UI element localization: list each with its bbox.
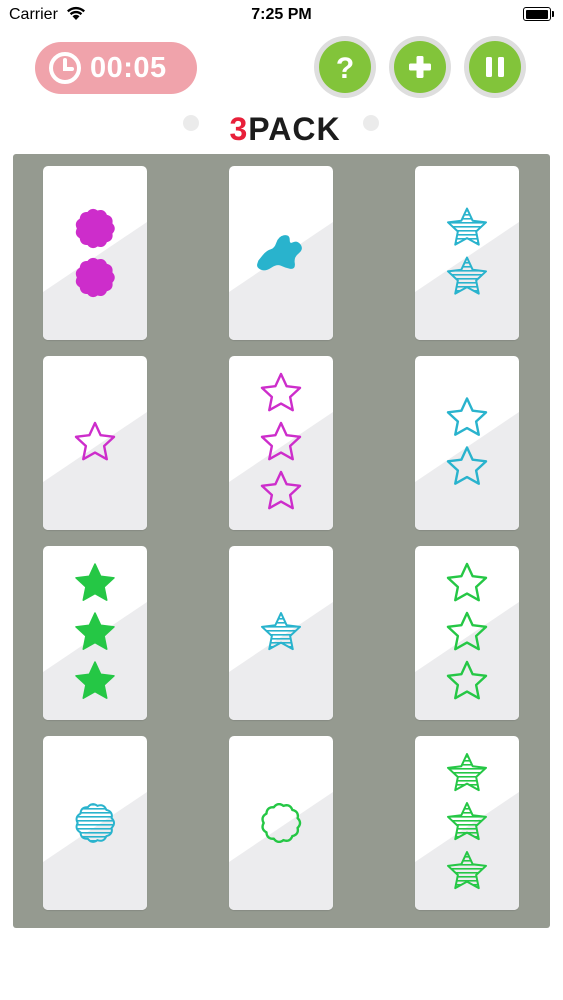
flower-icon: [75, 257, 115, 298]
card-r1-c2[interactable]: [229, 166, 333, 340]
card-r2-c1[interactable]: [43, 356, 147, 530]
star-icon: [260, 372, 302, 412]
card-r3-c1[interactable]: [43, 546, 147, 720]
clock-icon: [49, 52, 81, 84]
card-r4-c3[interactable]: [415, 736, 519, 910]
card-r2-c2[interactable]: [229, 356, 333, 530]
card-r4-c2[interactable]: [229, 736, 333, 910]
svg-text:?: ?: [336, 52, 354, 85]
flower-icon: [75, 208, 115, 249]
star-icon: [75, 563, 115, 601]
help-icon: ?: [336, 52, 354, 85]
card-r3-c3[interactable]: [415, 546, 519, 720]
card-r2-c3[interactable]: [415, 356, 519, 530]
status-bar: Carrier 7:25 PM: [0, 0, 563, 30]
star-icon: [446, 397, 488, 436]
plus-icon: [409, 56, 431, 78]
game-logo: 3PACK: [183, 111, 379, 147]
splat-icon: [257, 235, 302, 271]
star-icon: [446, 753, 488, 792]
star-icon: [446, 207, 488, 246]
star-icon: [446, 562, 488, 602]
add-button[interactable]: [389, 36, 451, 98]
game-board: [13, 154, 550, 928]
battery-icon: [523, 7, 554, 21]
help-button[interactable]: ?: [314, 36, 376, 98]
timer-value: 00:05: [90, 51, 167, 84]
pause-button[interactable]: [464, 36, 526, 98]
pause-icon: [486, 57, 504, 77]
logo-text: 3PACK: [229, 111, 340, 147]
clock-time: 7:25 PM: [251, 6, 312, 23]
card-r1-c1[interactable]: [43, 166, 147, 340]
card-r4-c1[interactable]: [43, 736, 147, 910]
card-r1-c3[interactable]: [415, 166, 519, 340]
flower-icon: [75, 803, 115, 843]
timer-display: 00:05: [35, 42, 197, 94]
card-r3-c2[interactable]: [229, 546, 333, 720]
